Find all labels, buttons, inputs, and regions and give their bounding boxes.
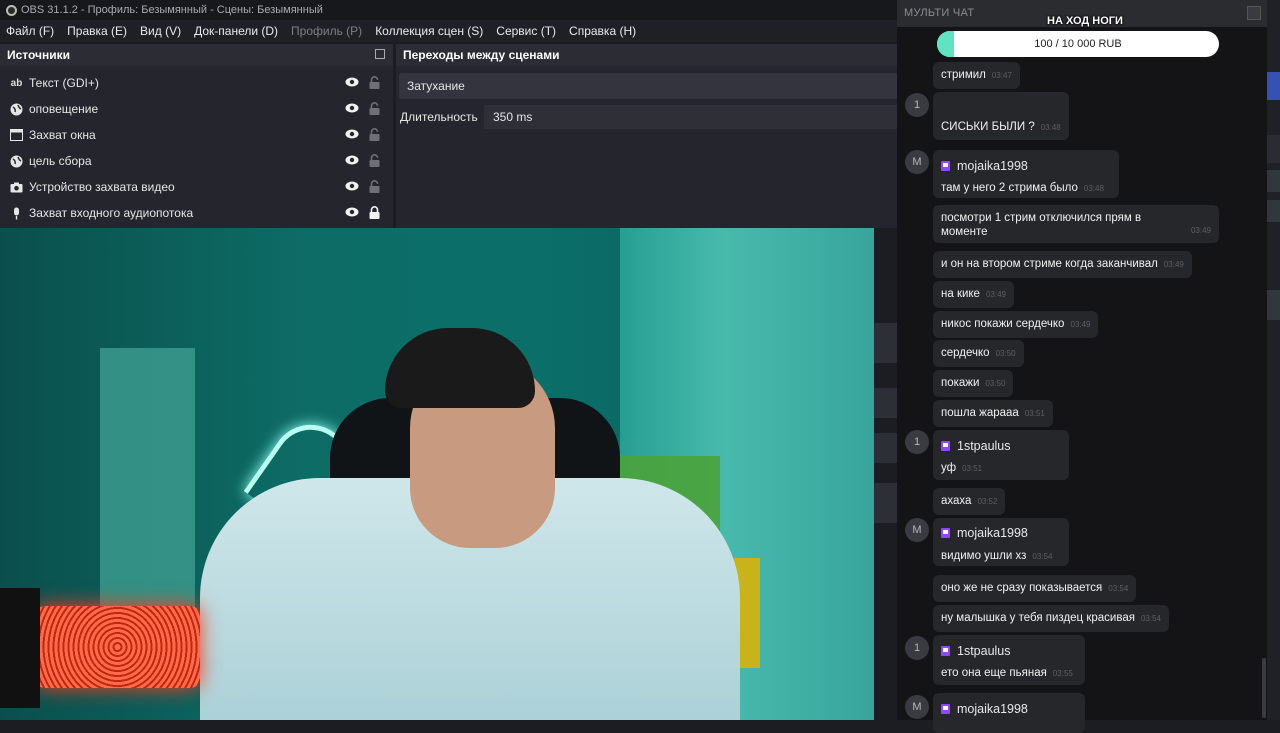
sources-header: Источники <box>0 44 393 66</box>
menu-scene-collection[interactable]: Коллекция сцен (S) <box>375 24 483 38</box>
chat-message: никос покажи сердечко 03:49 <box>933 311 1099 338</box>
chat-username[interactable]: mojaika1998 <box>941 159 1028 173</box>
source-item-video-capture[interactable]: Устройство захвата видео <box>0 174 393 200</box>
menu-tools[interactable]: Сервис (T) <box>496 24 556 38</box>
multi-chat-panel: МУЛЬТИ ЧАТ НА ХОД НОГИ 100 / 10 000 RUB … <box>897 0 1267 733</box>
user-avatar: 1 <box>905 430 929 454</box>
source-label: Текст (GDI+) <box>29 76 99 90</box>
visibility-eye-icon[interactable] <box>345 155 359 165</box>
user-avatar: M <box>905 518 929 542</box>
visibility-eye-icon[interactable] <box>345 129 359 139</box>
close-icon[interactable] <box>1247 6 1261 20</box>
chat-message: пошла жарааа 03:51 <box>933 400 1053 427</box>
twitch-icon <box>941 161 950 171</box>
lock-open-icon[interactable] <box>369 180 380 193</box>
sources-dock: Источники ab Текст (GDI+) оповещение Зах… <box>0 44 393 228</box>
window-titlebar: OBS 31.1.2 - Профиль: Безымянный - Сцены… <box>0 0 900 20</box>
text-icon: ab <box>10 77 23 89</box>
chat-scrollbar-thumb[interactable] <box>1262 658 1266 718</box>
chat-username[interactable]: 1stpaulus <box>941 439 1011 453</box>
menu-file[interactable]: Файл (F) <box>6 24 54 38</box>
scene-transitions-dock: Переходы между сценами Затухание Длитель… <box>396 44 900 228</box>
mic-arm <box>0 588 40 708</box>
source-label: Захват окна <box>29 128 96 142</box>
chat-message: уф 03:51 <box>933 430 1069 480</box>
lock-open-icon[interactable] <box>369 128 380 141</box>
lock-closed-icon[interactable] <box>369 206 380 219</box>
chat-message: посмотри 1 стрим отключился прям в момент… <box>933 205 1219 243</box>
chat-message: сердечко 03:50 <box>933 340 1024 367</box>
chat-message: ахаха 03:52 <box>933 488 1006 515</box>
twitch-icon <box>941 646 950 656</box>
user-avatar: M <box>905 150 929 174</box>
camera-preview <box>0 228 897 720</box>
duration-label: Длительность <box>400 110 478 124</box>
chat-message: СИСЬКИ БЫЛИ ? 03:48 <box>933 92 1069 140</box>
chat-message: стримил 03:47 <box>933 62 1020 89</box>
duration-input[interactable]: 350 ms <box>484 105 898 129</box>
chat-username[interactable]: 1stpaulus <box>941 644 1011 658</box>
source-item-goal[interactable]: цель сбора <box>0 148 393 174</box>
menu-docks[interactable]: Док-панели (D) <box>194 24 278 38</box>
user-avatar: M <box>905 695 929 719</box>
goal-progress-bar: 100 / 10 000 RUB <box>937 31 1219 57</box>
undock-icon[interactable] <box>375 49 385 59</box>
window-title: OBS 31.1.2 - Профиль: Безымянный - Сцены… <box>21 4 323 16</box>
twitch-icon <box>941 704 950 714</box>
transitions-title: Переходы между сценами <box>403 48 560 62</box>
chat-title: МУЛЬТИ ЧАТ <box>904 7 975 19</box>
menu-view[interactable]: Вид (V) <box>140 24 181 38</box>
globe-icon <box>10 103 23 116</box>
globe-icon <box>10 155 23 168</box>
transition-select[interactable]: Затухание <box>399 73 898 99</box>
twitch-icon <box>941 441 950 451</box>
source-label: Захват входного аудиопотока <box>29 206 194 220</box>
goal-title: НА ХОД НОГИ <box>1047 15 1123 27</box>
chat-message: ето она еще пьяная 03:55 <box>933 635 1085 685</box>
chat-message: оно же не сразу показывается 03:54 <box>933 575 1137 602</box>
source-item-window-capture[interactable]: Захват окна <box>0 122 393 148</box>
preview-edge <box>874 228 897 720</box>
visibility-eye-icon[interactable] <box>345 77 359 87</box>
user-avatar: 1 <box>905 93 929 117</box>
visibility-eye-icon[interactable] <box>345 103 359 113</box>
lock-open-icon[interactable] <box>369 154 380 167</box>
transition-selected-value: Затухание <box>407 79 465 93</box>
twitch-icon <box>941 528 950 538</box>
chat-message: покажи 03:50 <box>933 370 1014 397</box>
microphone-light <box>35 606 200 688</box>
window-icon <box>10 129 23 142</box>
source-label: цель сбора <box>29 154 92 168</box>
menu-bar: Файл (F) Правка (E) Вид (V) Док-панели (… <box>0 20 900 42</box>
goal-progress-text: 100 / 10 000 RUB <box>1034 38 1122 50</box>
user-avatar: 1 <box>905 636 929 660</box>
visibility-eye-icon[interactable] <box>345 181 359 191</box>
source-item-text[interactable]: ab Текст (GDI+) <box>0 70 393 96</box>
camera-icon <box>10 181 23 194</box>
lock-open-icon[interactable] <box>369 102 380 115</box>
menu-help[interactable]: Справка (H) <box>569 24 636 38</box>
visibility-eye-icon[interactable] <box>345 207 359 217</box>
sources-title: Источники <box>7 48 71 62</box>
background-window-edge <box>1267 0 1280 720</box>
duration-value: 350 ms <box>493 110 533 124</box>
source-label: оповещение <box>29 102 99 116</box>
source-item-alert[interactable]: оповещение <box>0 96 393 122</box>
chat-username[interactable]: mojaika1998 <box>941 702 1028 716</box>
chat-message: и он на втором стриме когда заканчивал 03… <box>933 251 1192 278</box>
chat-message: на кике 03:49 <box>933 281 1014 308</box>
chat-message: там у него 2 стрима было 03:48 <box>933 150 1119 198</box>
source-label: Устройство захвата видео <box>29 180 175 194</box>
lock-open-icon[interactable] <box>369 76 380 89</box>
microphone-icon <box>10 207 23 220</box>
chat-username[interactable]: mojaika1998 <box>941 526 1028 540</box>
source-item-audio-input[interactable]: Захват входного аудиопотока <box>0 200 393 226</box>
chat-message: ну малышка у тебя пиздец красивая 03:54 <box>933 605 1169 632</box>
transitions-header: Переходы между сценами <box>396 44 900 66</box>
menu-profile[interactable]: Профиль (P) <box>291 24 362 38</box>
menu-edit[interactable]: Правка (E) <box>67 24 127 38</box>
obs-logo-icon <box>6 4 17 16</box>
